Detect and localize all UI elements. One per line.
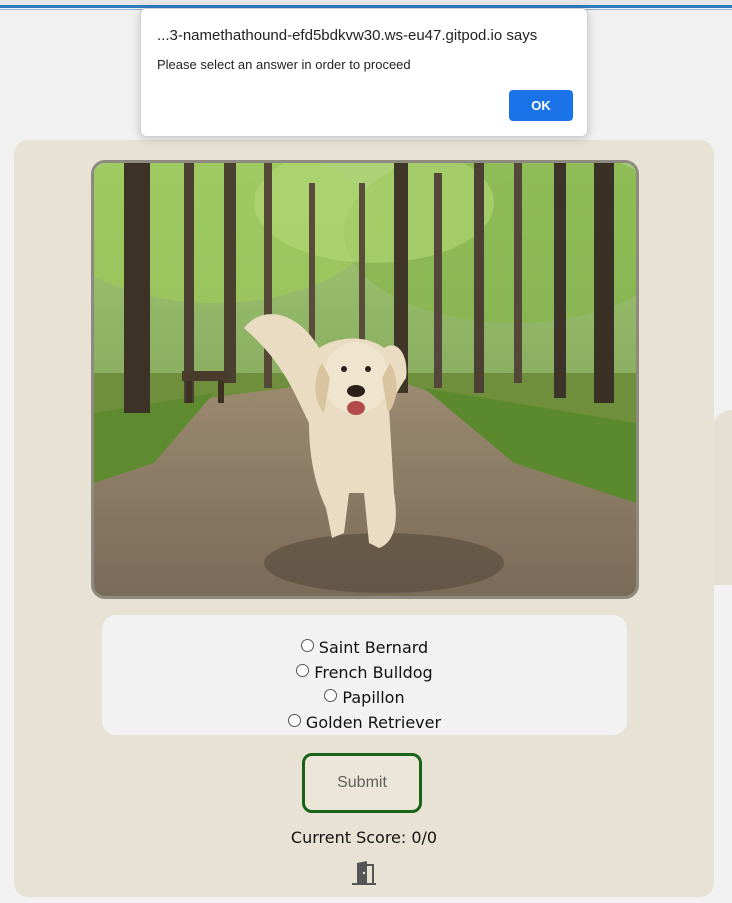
dog-photo bbox=[91, 160, 639, 599]
browser-top-stripe bbox=[0, 0, 732, 10]
dog-photo-image bbox=[94, 163, 636, 596]
dialog-title: ...3-namethathound-efd5bdkvw30.ws-eu47.g… bbox=[157, 27, 538, 44]
option-french-bulldog[interactable]: French Bulldog bbox=[102, 660, 627, 684]
radio-french-bulldog[interactable] bbox=[296, 663, 310, 677]
radio-golden-retriever[interactable] bbox=[287, 713, 301, 727]
submit-button[interactable]: Submit bbox=[302, 753, 422, 813]
background-decoration bbox=[712, 410, 732, 585]
option-label: Golden Retriever bbox=[305, 712, 442, 732]
alert-dialog: ...3-namethathound-efd5bdkvw30.ws-eu47.g… bbox=[140, 8, 588, 137]
option-label: Papillon bbox=[342, 687, 405, 707]
option-saint-bernard[interactable]: Saint Bernard bbox=[102, 635, 627, 659]
option-golden-retriever[interactable]: Golden Retriever bbox=[102, 710, 627, 734]
option-papillon[interactable]: Papillon bbox=[102, 685, 627, 709]
dialog-message: Please select an answer in order to proc… bbox=[157, 57, 411, 72]
option-label: French Bulldog bbox=[314, 662, 433, 682]
option-label: Saint Bernard bbox=[318, 637, 429, 657]
ok-button[interactable]: OK bbox=[509, 90, 573, 121]
exit-door-icon[interactable] bbox=[350, 860, 378, 886]
current-score: Current Score: 0/0 bbox=[290, 828, 438, 847]
quiz-card: Saint Bernard French Bulldog Papillon Go… bbox=[14, 140, 714, 897]
answer-options: Saint Bernard French Bulldog Papillon Go… bbox=[102, 615, 627, 735]
radio-saint-bernard[interactable] bbox=[300, 638, 314, 652]
radio-papillon[interactable] bbox=[324, 688, 338, 702]
